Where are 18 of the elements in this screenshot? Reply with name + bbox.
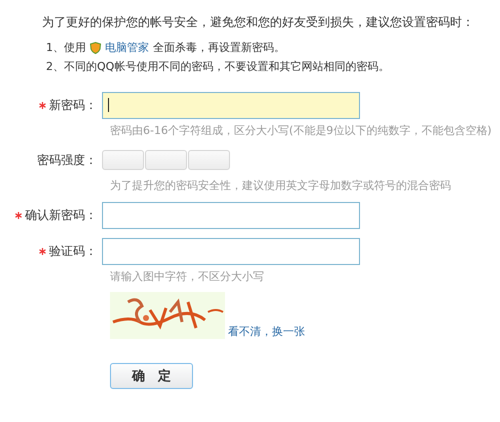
shield-icon bbox=[90, 42, 101, 54]
input-field[interactable] bbox=[102, 92, 360, 118]
confirm-button[interactable]: 确 定 bbox=[110, 363, 193, 389]
hint-text: 密码由6-16个字符组成，区分大小写(不能是9位以下的纯数字，不能包含空格) bbox=[110, 124, 493, 138]
refresh-captcha-link[interactable]: 看不清，换一张 bbox=[228, 324, 305, 339]
pc-manager-link[interactable]: 电脑管家 bbox=[105, 38, 149, 57]
hint-text: 为了提升您的密码安全性，建议使用英文字母加数字或符号的混合密码 bbox=[110, 179, 452, 193]
field-label: 新密码： bbox=[49, 96, 97, 114]
input-field[interactable] bbox=[102, 238, 360, 264]
intro-text: 为了更好的保护您的帐号安全，避免您和您的好友受到损失，建议您设置密码时： bbox=[42, 14, 475, 31]
input-field[interactable] bbox=[102, 202, 360, 228]
tip-text: 全面杀毒，再设置新密码。 bbox=[153, 40, 285, 56]
field-label: 确认新密码： bbox=[25, 206, 97, 224]
tip-text: 2、不同的QQ帐号使用不同的密码，不要设置和其它网站相同的密码。 bbox=[46, 59, 390, 75]
hint-text: 请输入图中字符，不区分大小写 bbox=[110, 270, 265, 284]
field-label: 密码强度： bbox=[37, 152, 97, 168]
tip-text: 1、使用 bbox=[46, 40, 86, 56]
field-label: 验证码： bbox=[49, 242, 97, 260]
